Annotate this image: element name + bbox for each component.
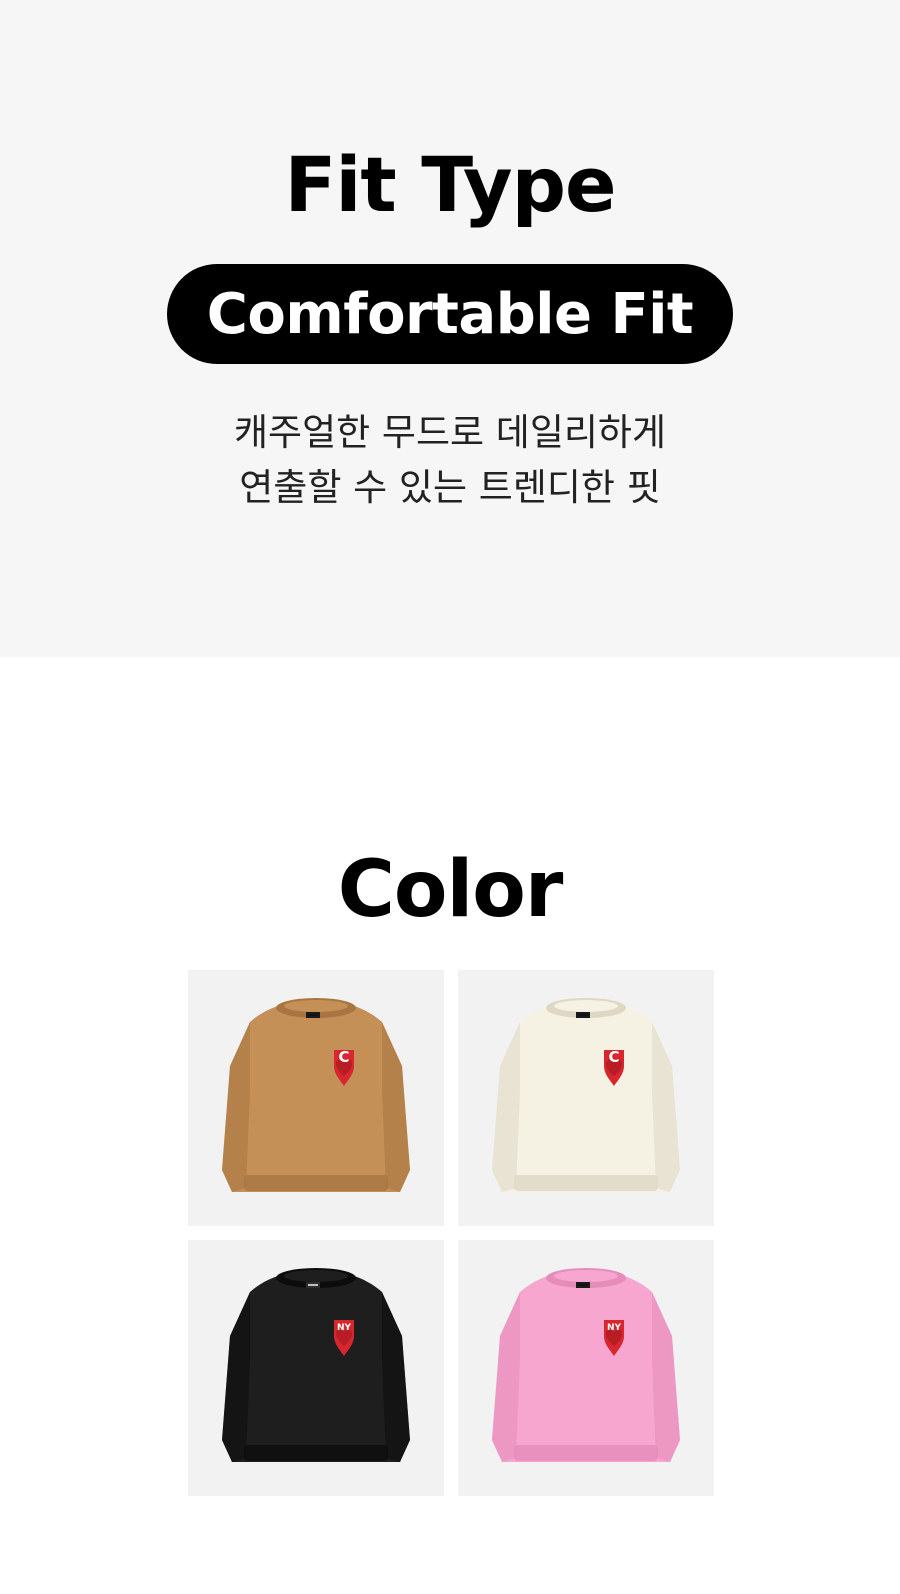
color-swatch-camel[interactable]: C (188, 970, 444, 1226)
fit-description-line-1: 캐주얼한 무드로 데일리하게 (233, 411, 666, 454)
fit-type-badge: Comfortable Fit (167, 264, 733, 364)
color-swatch-ivory[interactable]: C (458, 970, 714, 1226)
sweatshirt-black-icon: NY (222, 1268, 410, 1462)
sweatshirt-camel-icon: C (222, 998, 410, 1192)
sweatshirt-pink-icon: NY (492, 1268, 680, 1462)
svg-text:C: C (608, 1048, 619, 1066)
sweatshirt-ivory-icon: C (492, 998, 680, 1192)
svg-text:NY: NY (337, 1323, 352, 1333)
fit-type-section: Fit Type Comfortable Fit 캐주얼한 무드로 데일리하게 … (0, 0, 900, 657)
color-title: Color (337, 845, 564, 935)
fit-description-line-2: 연출할 수 있는 트렌디한 핏 (239, 466, 661, 509)
color-swatch-pink[interactable]: NY (458, 1240, 714, 1496)
svg-text:NY: NY (607, 1323, 622, 1333)
color-swatch-black[interactable]: NY (188, 1240, 444, 1496)
svg-text:C: C (338, 1048, 349, 1066)
fit-type-label: Comfortable Fit (206, 281, 694, 347)
fit-description: 캐주얼한 무드로 데일리하게 연출할 수 있는 트렌디한 핏 (0, 405, 900, 515)
fit-type-title: Fit Type (284, 140, 616, 229)
